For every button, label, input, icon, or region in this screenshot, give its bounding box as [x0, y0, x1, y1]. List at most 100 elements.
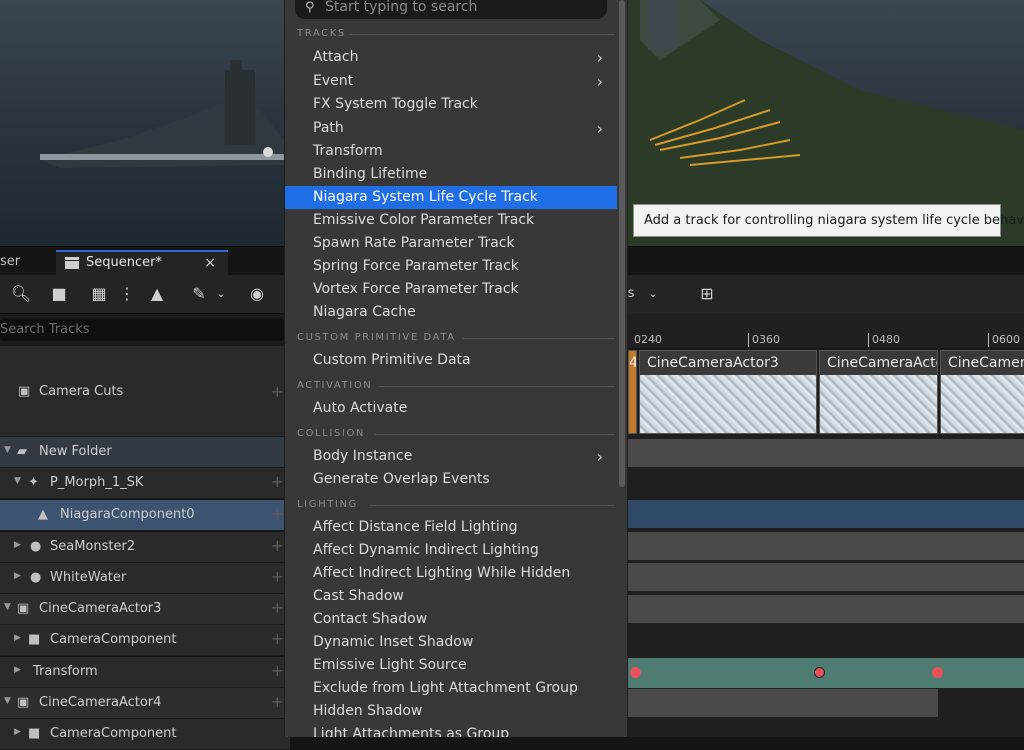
menu-item-binding-lifetime[interactable]: Binding Lifetime — [285, 163, 617, 186]
section-header-custom: CUSTOM PRIMITIVE DATA — [297, 332, 615, 343]
tab-sequencer-label: Sequencer* — [86, 255, 162, 270]
add-icon[interactable]: + — [271, 598, 284, 617]
menu-item-attach[interactable]: Attach › — [285, 46, 617, 69]
shot-section[interactable]: CineCamera — [940, 350, 1024, 434]
add-icon[interactable]: + — [271, 382, 284, 401]
actor-icon: ● — [30, 570, 42, 585]
close-icon[interactable]: × — [204, 255, 216, 271]
add-icon[interactable]: + — [271, 692, 284, 711]
expand-arrow-icon[interactable]: ▶ — [14, 633, 21, 643]
track-niagara-component[interactable]: ▲ NiagaraComponent0 + — [0, 500, 290, 531]
track-transform[interactable]: ▶ Transform + — [0, 657, 290, 688]
add-icon[interactable]: + — [271, 629, 284, 648]
expand-arrow-icon[interactable]: ▼ — [4, 445, 11, 455]
track-name: Transform — [33, 664, 98, 679]
niagara-section[interactable] — [628, 500, 1024, 528]
menu-search-input[interactable]: ⚲ Start typing to search — [295, 0, 607, 19]
expand-arrow-icon[interactable]: ▶ — [14, 571, 21, 581]
menu-item-emissive-color[interactable]: Emissive Color Parameter Track — [285, 209, 617, 232]
menu-item-transform[interactable]: Transform — [285, 140, 617, 163]
track-name: P_Morph_1_SK — [50, 475, 144, 490]
eye-icon[interactable]: ◉ — [246, 284, 268, 304]
browse-icon[interactable]: 🔍︎ — [10, 284, 32, 304]
time-ruler[interactable]: 0240 0360 0480 0600 — [628, 313, 1024, 349]
render-movie-icon[interactable]: ▦ — [88, 284, 110, 304]
menu-item-cast-shadow[interactable]: Cast Shadow — [285, 585, 617, 608]
expand-arrow-icon[interactable]: ▶ — [14, 665, 21, 675]
menu-item-spawn-rate[interactable]: Spawn Rate Parameter Track — [285, 232, 617, 255]
track-camera-cuts[interactable]: ▣ Camera Cuts + — [0, 346, 290, 437]
menu-item-affect-dynamic[interactable]: Affect Dynamic Indirect Lighting — [285, 539, 617, 562]
keyframe[interactable] — [932, 667, 943, 678]
shot-section[interactable]: 4 — [628, 350, 637, 434]
tick-label: 0240 — [634, 333, 662, 346]
track-whitewater[interactable]: ▶ ● WhiteWater + — [0, 563, 290, 594]
folder-icon: ▰ — [17, 444, 27, 459]
add-icon[interactable]: + — [271, 504, 284, 523]
more-options-icon[interactable]: ⋮ — [116, 284, 138, 304]
menu-item-affect-distance[interactable]: Affect Distance Field Lighting — [285, 516, 617, 539]
menu-item-contact-shadow[interactable]: Contact Shadow — [285, 608, 617, 631]
track-cinecameraactor4[interactable]: ▼ ▣ CineCameraActor4 + — [0, 688, 290, 719]
shot-section[interactable]: CineCameraActor — [819, 350, 938, 434]
shot-section[interactable]: CineCameraActor3 — [639, 350, 817, 434]
menu-item-exclude-light[interactable]: Exclude from Light Attachment Group — [285, 677, 617, 700]
expand-arrow-icon[interactable]: ▶ — [14, 540, 21, 550]
track-cinecameraactor3[interactable]: ▼ ▣ CineCameraActor3 + — [0, 594, 290, 625]
menu-item-custom-primitive[interactable]: Custom Primitive Data — [285, 349, 617, 372]
track-cameracomponent[interactable]: ▶ ■ CameraComponent + — [0, 625, 290, 656]
menu-item-event[interactable]: Event › — [285, 70, 617, 93]
actor-section[interactable] — [628, 563, 1024, 591]
particle-system-icon: ✦ — [28, 475, 39, 490]
shot-label: CineCameraActor — [827, 355, 938, 371]
folder-section[interactable] — [628, 439, 1024, 467]
menu-scrollbar[interactable] — [619, 0, 625, 487]
wrench-icon[interactable]: ✎ — [188, 284, 210, 304]
menu-item-affect-indirect-hidden[interactable]: Affect Indirect Lighting While Hidden — [285, 562, 617, 585]
shot-thumbnail — [820, 375, 937, 433]
add-track-icon[interactable]: ▲ — [146, 284, 168, 304]
add-icon[interactable]: + — [271, 661, 284, 680]
timeline-area[interactable]: 0240 0360 0480 0600 4 CineCameraActor3 C… — [628, 313, 1024, 737]
menu-item-niagara-lifecycle[interactable]: Niagara System Life Cycle Track — [285, 186, 617, 209]
expand-arrow-icon[interactable]: ▼ — [4, 602, 11, 612]
add-icon[interactable]: + — [271, 567, 284, 586]
clapperboard-icon — [65, 257, 79, 269]
camera-icon[interactable]: ■ — [48, 284, 70, 304]
menu-item-dynamic-inset[interactable]: Dynamic Inset Shadow — [285, 631, 617, 654]
add-icon[interactable]: + — [271, 536, 284, 555]
keyframe[interactable] — [814, 667, 825, 678]
camera-section[interactable] — [628, 595, 1024, 623]
menu-item-emissive-light[interactable]: Emissive Light Source — [285, 654, 617, 677]
tab-partial[interactable]: ser — [0, 247, 50, 276]
expand-arrow-icon[interactable]: ▼ — [4, 696, 11, 706]
menu-item-hidden-shadow[interactable]: Hidden Shadow — [285, 700, 617, 723]
menu-item-path[interactable]: Path › — [285, 117, 617, 140]
menu-item-spring-force[interactable]: Spring Force Parameter Track — [285, 255, 617, 278]
expand-arrow-icon[interactable]: ▼ — [14, 476, 21, 486]
track-p-morph[interactable]: ▼ ✦ P_Morph_1_SK + — [0, 468, 290, 499]
menu-item-body-instance[interactable]: Body Instance › — [285, 445, 617, 468]
transform-section[interactable] — [628, 658, 1024, 688]
menu-item-fx-toggle[interactable]: FX System Toggle Track — [285, 93, 617, 116]
chevron-down-icon[interactable]: ⌄ — [210, 284, 232, 304]
actor-section[interactable] — [628, 532, 1024, 560]
track-seamonster[interactable]: ▶ ● SeaMonster2 + — [0, 532, 290, 563]
camera-section[interactable] — [628, 689, 938, 717]
track-name: CameraComponent — [50, 632, 177, 647]
menu-item-vortex-force[interactable]: Vortex Force Parameter Track — [285, 278, 617, 301]
search-tracks-input[interactable]: Search Tracks — [0, 319, 284, 341]
track-new-folder[interactable]: ▼ ▰ New Folder — [0, 437, 290, 468]
track-name: CameraComponent — [50, 726, 177, 741]
track-cameracomponent-2[interactable]: ▶ ■ CameraComponent — [0, 719, 290, 750]
menu-item-overlap-events[interactable]: Generate Overlap Events — [285, 468, 617, 491]
menu-item-light-attach-group[interactable]: Light Attachments as Group — [285, 723, 617, 737]
add-icon[interactable]: + — [271, 472, 284, 491]
keyframe[interactable] — [630, 667, 641, 678]
menu-item-niagara-cache[interactable]: Niagara Cache — [285, 301, 617, 324]
tab-sequencer[interactable]: Sequencer* × — [56, 250, 228, 276]
chevron-down-icon[interactable]: ⌄ — [642, 284, 664, 304]
menu-item-auto-activate[interactable]: Auto Activate — [285, 397, 617, 420]
expand-arrow-icon[interactable]: ▶ — [14, 727, 21, 737]
curve-editor-icon[interactable]: ⊞ — [696, 284, 718, 304]
